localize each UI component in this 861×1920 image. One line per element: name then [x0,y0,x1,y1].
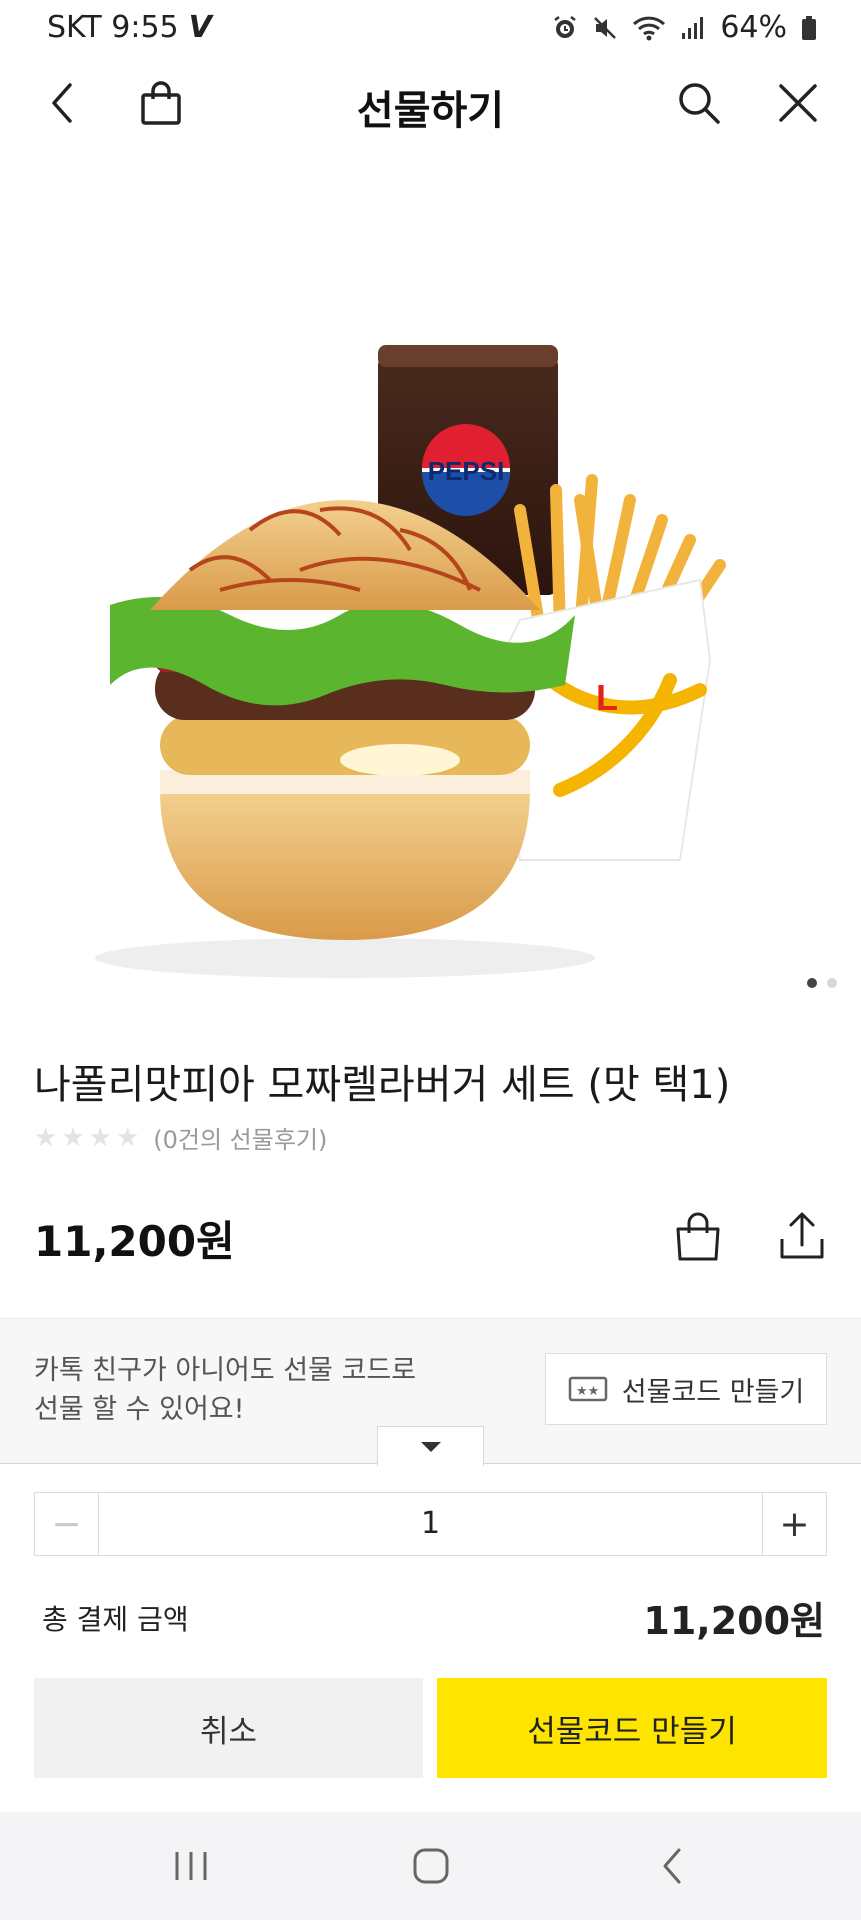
chevron-down-icon [420,1441,441,1452]
pager-dot-active [807,978,817,988]
create-gift-code-button[interactable]: ★★ 선물코드 만들기 [545,1353,827,1425]
recent-apps-button[interactable] [161,1840,221,1892]
confirm-gift-code-button[interactable]: 선물코드 만들기 [437,1678,827,1778]
battery-percent: 64% [720,10,787,45]
svg-text:L: L [596,677,618,718]
rating-row[interactable]: ★ ★ ★ ★ (0건의 선물후기) [34,1120,327,1155]
back-icon [663,1848,681,1884]
star-icon: ★ [115,1122,140,1153]
app-header: 선물하기 [0,58,861,148]
quantity-stepper: − 1 + [34,1492,827,1556]
svg-text:★★: ★★ [576,1384,599,1399]
battery-icon [801,15,817,41]
product-name: 나폴리맛피아 모짜렐라버거 세트 (맛 택1) [34,1062,731,1108]
mute-icon [592,15,618,41]
close-button[interactable] [765,70,831,136]
wifi-icon [632,15,666,41]
pager-dot [827,978,837,988]
pepsi-logo-text: PEPSI [428,456,505,486]
carrier-logo-icon: V [188,10,212,45]
share-icon [780,1212,824,1259]
share-button[interactable] [774,1208,830,1264]
total-amount: 11,200원 [643,1599,825,1643]
image-pager [807,978,837,988]
star-icon: ★ [88,1122,112,1153]
create-gift-code-label: 선물코드 만들기 [621,1376,805,1408]
home-icon [413,1848,449,1884]
shopping-bag-icon [676,1212,720,1261]
total-label: 총 결제 금액 [42,1603,189,1636]
alarm-icon [552,15,578,41]
search-icon [679,83,720,124]
ticket-stars-icon: ★★ [568,1376,608,1402]
review-count: (0건의 선물후기) [153,1126,328,1154]
add-to-cart-button[interactable] [670,1208,726,1264]
system-nav-bar [0,1812,861,1920]
signal-icon [680,15,706,41]
status-bar: SKT 9:55 V 64% [0,0,861,58]
collapse-toggle[interactable] [377,1426,484,1466]
quantity-value[interactable]: 1 [99,1493,762,1555]
recent-apps-icon [175,1852,207,1880]
gift-message-line1: 카톡 친구가 아니어도 선물 코드로 [34,1355,417,1386]
gift-message-line2: 선물 할 수 있어요! [34,1394,245,1425]
decrease-quantity-button[interactable]: − [35,1493,99,1555]
gift-code-message: 카톡 친구가 아니어도 선물 코드로 선물 할 수 있어요! [34,1351,416,1429]
carrier-time: SKT 9:55 [47,10,179,45]
search-button[interactable] [666,70,732,136]
product-image[interactable]: PEPSI L [0,150,861,1000]
close-icon [779,84,817,122]
system-back-button[interactable] [643,1840,703,1892]
product-price: 11,200원 [34,1217,235,1266]
star-icon: ★ [34,1122,58,1153]
home-button[interactable] [401,1840,461,1892]
star-icon: ★ [61,1122,85,1153]
cancel-button[interactable]: 취소 [34,1678,423,1778]
increase-quantity-button[interactable]: + [762,1493,826,1555]
